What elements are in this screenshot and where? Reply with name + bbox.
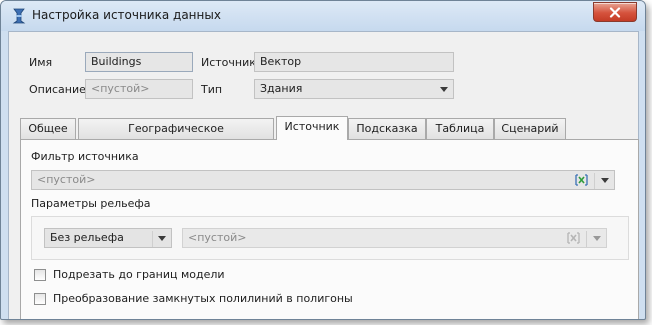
- type-dropdown-button[interactable]: [435, 80, 453, 98]
- filter-separator: [594, 173, 595, 189]
- expression-icon: [575, 174, 588, 186]
- type-select[interactable]: Здания: [254, 79, 454, 99]
- tab-general[interactable]: Общее: [20, 118, 76, 139]
- source-field[interactable]: Вектор: [254, 52, 454, 72]
- relief-expression-button: [567, 232, 580, 250]
- tab-bar: Общее Географическое местоположение Исто…: [20, 116, 630, 155]
- source-tab-panel: Фильтр источника <пустой> Параметры рель…: [20, 139, 639, 319]
- relief-dropdown-button: [588, 229, 606, 247]
- type-label: Тип: [201, 83, 223, 96]
- tab-geolocation[interactable]: Географическое местоположение: [78, 118, 274, 155]
- dialog-window: Настройка источника данных Имя Buildings…: [0, 0, 646, 320]
- filter-value: <пустой>: [37, 173, 96, 186]
- tab-source[interactable]: Источник: [276, 116, 348, 140]
- clip-label[interactable]: Подрезать до границ модели: [53, 268, 225, 281]
- name-label: Имя: [29, 56, 53, 69]
- relief-label: Параметры рельефа: [31, 197, 151, 210]
- close-icon: [609, 6, 621, 18]
- chevron-down-icon: [601, 177, 609, 183]
- source-label: Источник: [201, 56, 256, 69]
- tab-script[interactable]: Сценарий: [494, 118, 566, 139]
- clip-checkbox[interactable]: [34, 269, 46, 281]
- tab-hint[interactable]: Подсказка: [348, 118, 426, 139]
- relief-mode-value: Без рельефа: [50, 231, 124, 244]
- close-button[interactable]: [593, 2, 637, 22]
- dialog-client-area: Имя Buildings Источник Вектор Описание <…: [8, 31, 639, 319]
- title-bar[interactable]: Настройка источника данных: [1, 1, 645, 31]
- convert-polygons-label[interactable]: Преобразование замкнутых полилиний в пол…: [53, 292, 353, 305]
- convert-polygons-checkbox[interactable]: [34, 293, 46, 305]
- filter-expression-button[interactable]: [575, 174, 588, 192]
- relief-field: <пустой>: [182, 228, 607, 248]
- chevron-down-icon: [593, 235, 601, 241]
- chevron-down-icon: [158, 235, 166, 241]
- filter-dropdown-button[interactable]: [596, 171, 614, 189]
- tab-table[interactable]: Таблица: [426, 118, 494, 139]
- type-select-value: Здания: [260, 82, 303, 95]
- filter-field[interactable]: <пустой>: [31, 170, 615, 190]
- description-label: Описание: [29, 83, 86, 96]
- window-title: Настройка источника данных: [32, 8, 221, 22]
- app-icon: [12, 8, 26, 24]
- relief-value: <пустой>: [188, 231, 247, 244]
- relief-separator: [586, 231, 587, 247]
- name-field[interactable]: Buildings: [85, 52, 193, 72]
- description-field[interactable]: <пустой>: [85, 79, 193, 99]
- relief-mode-select[interactable]: Без рельефа: [44, 228, 172, 248]
- expression-icon: [567, 232, 580, 244]
- relief-group: Без рельефа <пустой>: [31, 216, 629, 260]
- relief-mode-dropdown-button[interactable]: [153, 229, 171, 247]
- chevron-down-icon: [440, 86, 448, 92]
- filter-label: Фильтр источника: [31, 150, 139, 163]
